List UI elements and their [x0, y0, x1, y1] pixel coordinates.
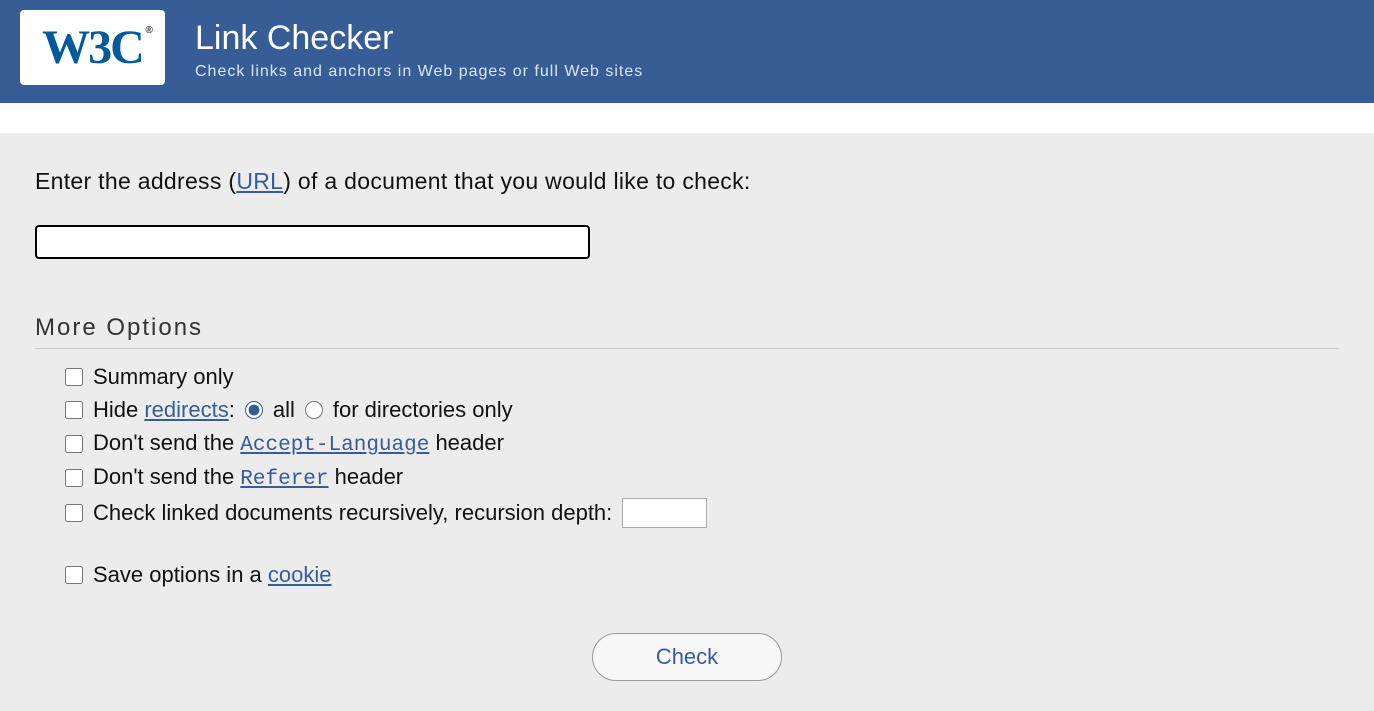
hide-redirects-checkbox[interactable]	[65, 401, 83, 419]
w3c-logo[interactable]: W3C®	[20, 10, 165, 85]
hide-redirects-option: Hide redirects: all for directories only	[65, 397, 1339, 423]
main-form-area: Enter the address (URL) of a document th…	[0, 133, 1374, 711]
no-accept-language-checkbox[interactable]	[65, 435, 83, 453]
url-prompt: Enter the address (URL) of a document th…	[35, 168, 1339, 195]
summary-only-label: Summary only	[93, 364, 234, 390]
submit-row: Check	[35, 633, 1339, 681]
redirects-all-label: all	[273, 397, 295, 423]
summary-only-option: Summary only	[65, 364, 1339, 390]
header-banner: W3C® Link Checker Check links and anchor…	[0, 0, 1374, 103]
cookie-link[interactable]: cookie	[268, 562, 332, 587]
page-title: Link Checker	[195, 19, 643, 58]
save-cookie-checkbox[interactable]	[65, 566, 83, 584]
recursive-label: Check linked documents recursively, recu…	[93, 500, 612, 526]
save-cookie-option: Save options in a cookie	[65, 562, 1339, 588]
url-input[interactable]	[35, 225, 590, 259]
redirects-dirs-label: for directories only	[333, 397, 513, 423]
redirects-all-radio[interactable]	[245, 401, 263, 419]
registered-mark: ®	[145, 26, 152, 36]
no-accept-language-option: Don't send the Accept-Language header	[65, 430, 1339, 457]
referer-link[interactable]: Referer	[240, 468, 328, 491]
options-divider	[35, 348, 1339, 349]
summary-only-checkbox[interactable]	[65, 368, 83, 386]
redirects-link[interactable]: redirects	[144, 397, 228, 422]
page-subtitle: Check links and anchors in Web pages or …	[195, 63, 643, 81]
url-definition-link[interactable]: URL	[236, 168, 283, 194]
recursive-option: Check linked documents recursively, recu…	[65, 498, 1339, 528]
logo-text: W3C	[42, 21, 143, 74]
accept-language-link[interactable]: Accept-Language	[240, 434, 429, 457]
title-block: Link Checker Check links and anchors in …	[195, 14, 643, 81]
recursive-checkbox[interactable]	[65, 504, 83, 522]
check-button[interactable]: Check	[592, 633, 782, 681]
no-referer-checkbox[interactable]	[65, 469, 83, 487]
options-block: Summary only Hide redirects: all for dir…	[35, 364, 1339, 588]
more-options-heading: More Options	[35, 314, 1339, 342]
redirects-dirs-radio[interactable]	[305, 401, 323, 419]
no-referer-option: Don't send the Referer header	[65, 464, 1339, 491]
recursion-depth-input[interactable]	[622, 498, 707, 528]
